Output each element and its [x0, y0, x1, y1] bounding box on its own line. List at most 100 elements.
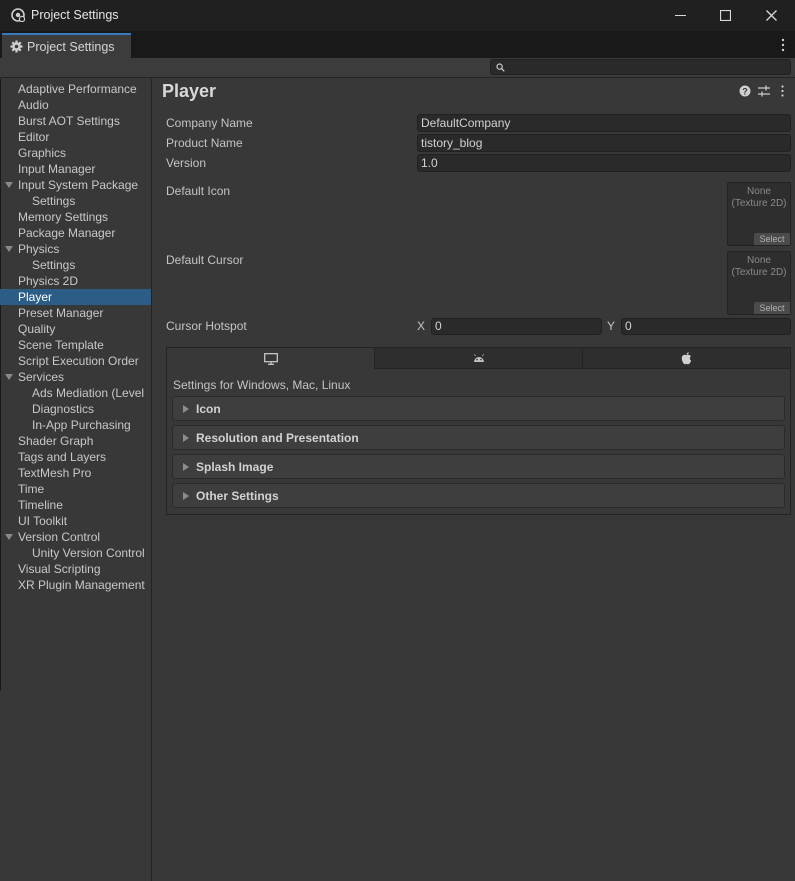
sidebar-item-label: XR Plugin Management — [18, 578, 145, 592]
sidebar-item-label: Physics 2D — [18, 274, 79, 288]
sidebar-item-settings[interactable]: Settings — [0, 257, 151, 273]
sidebar-item-player[interactable]: Player — [0, 289, 151, 305]
expand-arrow-icon[interactable] — [5, 534, 13, 540]
context-menu-icon[interactable] — [780, 85, 785, 97]
kebab-menu-icon[interactable] — [780, 38, 786, 52]
default-cursor-label: Default Cursor — [166, 253, 244, 267]
default-icon-field[interactable]: None (Texture 2D) Select — [727, 182, 791, 246]
foldout-arrow-icon — [183, 434, 189, 442]
search-input[interactable] — [490, 59, 791, 75]
sidebar-item-tags-and-layers[interactable]: Tags and Layers — [0, 449, 151, 465]
sidebar-item-preset-manager[interactable]: Preset Manager — [0, 305, 151, 321]
sidebar-item-version-control[interactable]: Version Control — [0, 529, 151, 545]
sidebar-item-editor[interactable]: Editor — [0, 129, 151, 145]
sidebar-item-adaptive-performance[interactable]: Adaptive Performance — [0, 81, 151, 97]
minimize-icon — [674, 14, 686, 16]
hotspot-x-input[interactable]: 0 — [431, 318, 602, 335]
sidebar-item-input-manager[interactable]: Input Manager — [0, 161, 151, 177]
foldout-label: Resolution and Presentation — [196, 431, 359, 445]
version-input[interactable]: 1.0 — [417, 154, 791, 172]
default-cursor-field[interactable]: None (Texture 2D) Select — [727, 251, 791, 315]
sidebar-item-label: Input System Package — [18, 178, 139, 192]
sidebar-item-memory-settings[interactable]: Memory Settings — [0, 209, 151, 225]
cursor-hotspot-label: Cursor Hotspot — [166, 319, 247, 333]
foldout-resolution-section[interactable]: Resolution and Presentation — [172, 425, 785, 450]
sidebar-item-in-app-purchasing[interactable]: In-App Purchasing — [0, 417, 151, 433]
sidebar-item-ui-toolkit[interactable]: UI Toolkit — [0, 513, 151, 529]
sidebar-item-label: Version Control — [18, 530, 101, 544]
sidebar-item-input-system-package[interactable]: Input System Package — [0, 177, 151, 193]
foldout-label: Other Settings — [196, 489, 279, 503]
foldout-arrow-icon — [183, 405, 189, 413]
sidebar-item-label: Settings — [32, 194, 76, 208]
company-name-input[interactable]: DefaultCompany — [417, 114, 791, 132]
sidebar-item-label: Memory Settings — [18, 210, 109, 224]
foldout-icon-section[interactable]: Icon — [172, 396, 785, 421]
player-settings-panel: Player ? Company Name DefaultCompany Pro… — [152, 79, 795, 881]
foldout-arrow-icon — [183, 463, 189, 471]
sidebar-item-label: TextMesh Pro — [18, 466, 92, 480]
sidebar-item-quality[interactable]: Quality — [0, 321, 151, 337]
tab-strip: Project Settings — [0, 31, 795, 58]
select-icon-button[interactable]: Select — [754, 233, 790, 245]
sidebar-item-label: Player — [18, 290, 53, 304]
sidebar-item-package-manager[interactable]: Package Manager — [0, 225, 151, 241]
sidebar-item-label: Unity Version Control — [32, 546, 145, 560]
close-button[interactable] — [748, 0, 794, 31]
window-title: Project Settings — [31, 8, 119, 22]
sidebar-item-label: Editor — [18, 130, 50, 144]
sidebar-item-label: Tags and Layers — [18, 450, 107, 464]
platform-tabs — [167, 348, 790, 369]
tab-ios[interactable] — [583, 348, 790, 369]
sidebar-item-timeline[interactable]: Timeline — [0, 497, 151, 513]
sidebar-item-label: Script Execution Order — [18, 354, 139, 368]
sidebar-item-label: UI Toolkit — [18, 514, 68, 528]
sidebar-item-unity-version-control[interactable]: Unity Version Control — [0, 545, 151, 561]
preset-sliders-icon[interactable] — [758, 85, 770, 97]
foldout-splash-section[interactable]: Splash Image — [172, 454, 785, 479]
select-cursor-button[interactable]: Select — [754, 302, 790, 314]
help-icon[interactable]: ? — [739, 85, 751, 97]
maximize-icon — [719, 10, 731, 21]
unity-settings-icon — [11, 8, 25, 22]
minimize-button[interactable] — [657, 0, 703, 31]
expand-arrow-icon[interactable] — [5, 182, 13, 188]
sidebar-item-physics-2d[interactable]: Physics 2D — [0, 273, 151, 289]
foldout-other-section[interactable]: Other Settings — [172, 483, 785, 508]
sidebar-item-burst-aot-settings[interactable]: Burst AOT Settings — [0, 113, 151, 129]
sidebar-item-services[interactable]: Services — [0, 369, 151, 385]
hotspot-y-label: Y — [607, 319, 616, 333]
product-name-input[interactable]: tistory_blog — [417, 134, 791, 152]
maximize-button[interactable] — [702, 0, 748, 31]
texture-none-text: None (Texture 2D) — [731, 255, 787, 278]
sidebar-item-audio[interactable]: Audio — [0, 97, 151, 113]
tab-desktop[interactable] — [167, 348, 375, 369]
sidebar-item-xr-plugin-management[interactable]: XR Plugin Management — [0, 577, 151, 593]
tab-project-settings[interactable]: Project Settings — [2, 33, 131, 58]
gear-icon — [10, 40, 23, 53]
sidebar-item-shader-graph[interactable]: Shader Graph — [0, 433, 151, 449]
sidebar-item-time[interactable]: Time — [0, 481, 151, 497]
sidebar-item-script-execution-order[interactable]: Script Execution Order — [0, 353, 151, 369]
company-name-label: Company Name — [166, 116, 253, 130]
sidebar-item-ads-mediation-level[interactable]: Ads Mediation (Level — [0, 385, 151, 401]
sidebar-item-label: Settings — [32, 258, 76, 272]
expand-arrow-icon[interactable] — [5, 374, 13, 380]
foldout-label: Icon — [196, 402, 221, 416]
sidebar-item-label: Diagnostics — [32, 402, 95, 416]
sidebar-item-physics[interactable]: Physics — [0, 241, 151, 257]
platform-caption: Settings for Windows, Mac, Linux — [173, 378, 351, 392]
sidebar-item-label: Adaptive Performance — [18, 82, 137, 96]
hotspot-y-input[interactable]: 0 — [621, 318, 791, 335]
expand-arrow-icon[interactable] — [5, 246, 13, 252]
sidebar-item-scene-template[interactable]: Scene Template — [0, 337, 151, 353]
sidebar-item-visual-scripting[interactable]: Visual Scripting — [0, 561, 151, 577]
tab-android[interactable] — [375, 348, 583, 369]
sidebar-item-graphics[interactable]: Graphics — [0, 145, 151, 161]
platform-settings: Settings for Windows, Mac, Linux Icon Re… — [166, 347, 791, 515]
sidebar-item-diagnostics[interactable]: Diagnostics — [0, 401, 151, 417]
sidebar-item-textmesh-pro[interactable]: TextMesh Pro — [0, 465, 151, 481]
sidebar-item-settings[interactable]: Settings — [0, 193, 151, 209]
desktop-icon — [263, 352, 278, 365]
sidebar-item-label: Physics — [18, 242, 60, 256]
